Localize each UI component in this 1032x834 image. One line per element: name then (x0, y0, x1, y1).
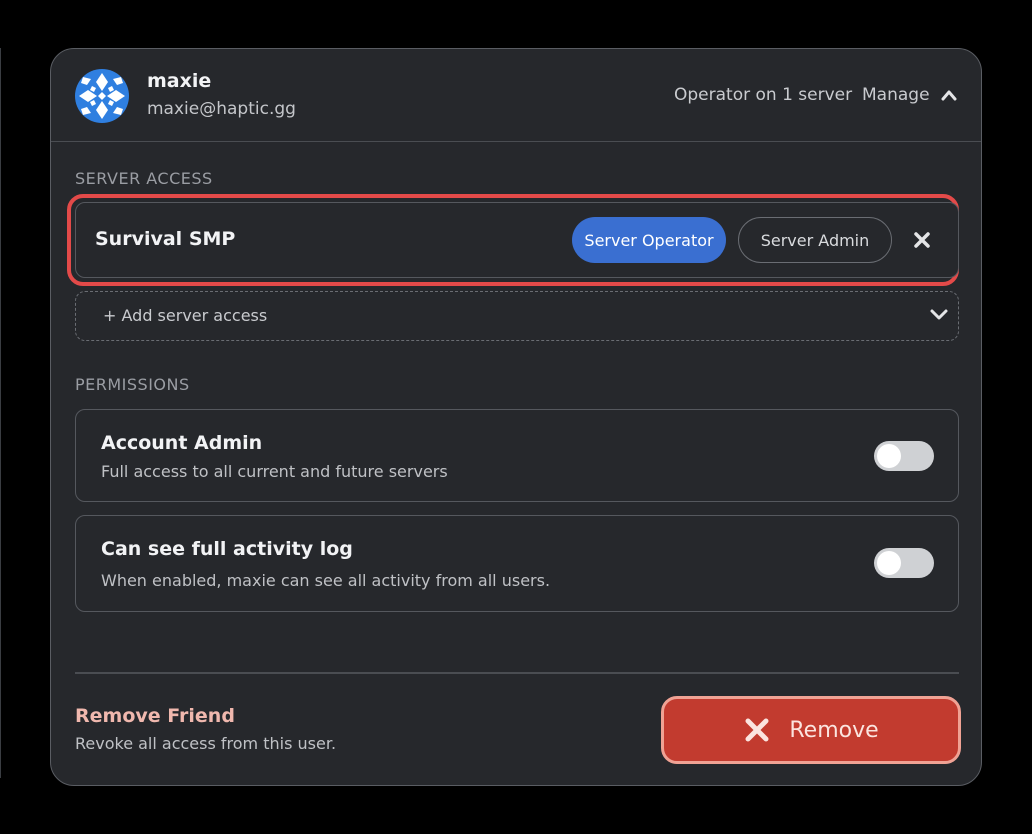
section-divider (75, 672, 959, 674)
server-operator-role-button[interactable]: Server Operator (572, 217, 726, 263)
left-panel-edge (0, 48, 1, 778)
permissions-heading: PERMISSIONS (75, 375, 190, 394)
user-email: maxie@haptic.gg (147, 99, 296, 119)
remove-button-label: Remove (789, 717, 879, 743)
permission-title: Can see full activity log (101, 538, 353, 560)
toggle-knob (877, 444, 901, 468)
permission-title: Account Admin (101, 432, 263, 454)
permission-account-admin: Account Admin Full access to all current… (75, 409, 959, 502)
server-admin-role-button[interactable]: Server Admin (738, 217, 892, 263)
manage-toggle[interactable]: Manage (862, 85, 958, 105)
server-name: Survival SMP (95, 228, 236, 250)
manage-label: Manage (862, 85, 930, 105)
account-admin-toggle[interactable] (874, 441, 934, 471)
permission-description: When enabled, maxie can see all activity… (101, 571, 551, 590)
remove-server-access-button[interactable] (912, 230, 932, 250)
chevron-up-icon (941, 90, 957, 101)
chevron-down-icon (930, 309, 948, 320)
toggle-knob (877, 551, 901, 575)
permission-activity-log: Can see full activity log When enabled, … (75, 515, 959, 612)
avatar (75, 69, 129, 123)
permission-description: Full access to all current and future se… (101, 462, 448, 481)
add-server-access-label: + Add server access (103, 306, 268, 325)
remove-friend-title: Remove Friend (75, 705, 235, 727)
server-access-row: Survival SMP Server Operator Server Admi… (75, 202, 959, 278)
close-icon (745, 718, 769, 742)
remove-friend-description: Revoke all access from this user. (75, 734, 337, 753)
activity-log-toggle[interactable] (874, 548, 934, 578)
user-header: maxie maxie@haptic.gg Operator on 1 serv… (51, 49, 981, 142)
add-server-access-dropdown[interactable]: + Add server access (75, 291, 959, 341)
user-name: maxie (147, 70, 212, 92)
close-icon (914, 232, 930, 248)
operator-summary: Operator on 1 server (674, 85, 853, 105)
user-access-card: maxie maxie@haptic.gg Operator on 1 serv… (50, 48, 982, 786)
remove-friend-button[interactable]: Remove (661, 696, 961, 764)
server-access-heading: SERVER ACCESS (75, 169, 213, 188)
